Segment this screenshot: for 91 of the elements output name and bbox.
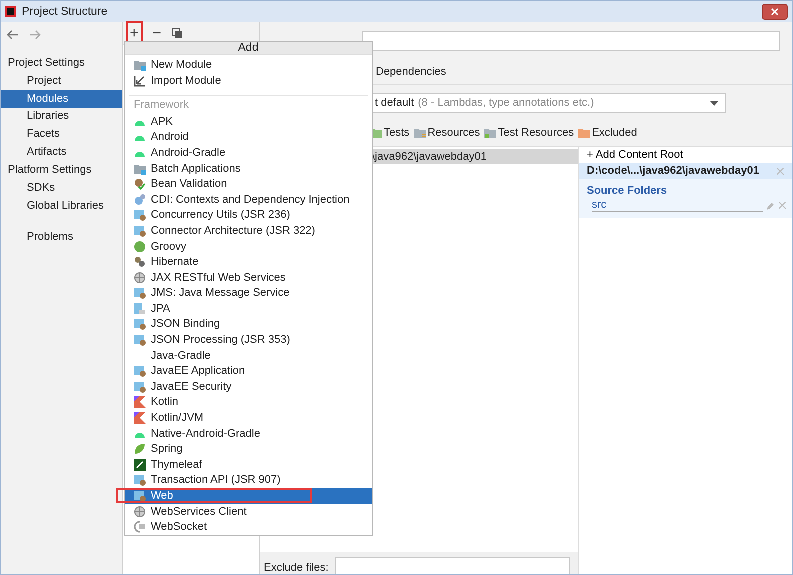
menu-item[interactable]: Import Module: [125, 73, 372, 89]
kotlin-icon: [134, 412, 146, 424]
menu-item[interactable]: JMS: Java Message Service: [125, 286, 372, 302]
exclude-files-label: Exclude files:: [264, 562, 329, 574]
menu-item[interactable]: Android: [125, 130, 372, 146]
source-folder: src: [592, 199, 763, 212]
sidebar-item[interactable]: Global Libraries: [1, 196, 122, 215]
kotlin-icon: [134, 396, 146, 408]
folder-icon: [484, 127, 496, 139]
module-icon: [134, 474, 146, 486]
copy-icon[interactable]: [172, 28, 183, 38]
menu-item[interactable]: Java-Gradle: [125, 348, 372, 364]
menu-item[interactable]: Hibernate: [125, 254, 372, 270]
window-title: Project Structure: [22, 6, 109, 18]
module-icon: [134, 209, 146, 222]
cdi-icon: [134, 194, 146, 206]
mark-as-link[interactable]: Resources: [428, 127, 480, 139]
menu-item[interactable]: WebSocket: [125, 519, 372, 535]
menu-item[interactable]: JSON Processing (JSR 353): [125, 332, 372, 348]
menu-item[interactable]: Spring: [125, 441, 372, 458]
mark-as-link[interactable]: Excluded: [592, 127, 638, 139]
remove-button[interactable]: −: [148, 21, 166, 45]
menu-item[interactable]: WebServices Client: [125, 504, 372, 520]
folder-icon: [134, 59, 146, 72]
source-folders-title: Source Folders: [586, 184, 668, 199]
exclude-files-field[interactable]: [334, 557, 570, 574]
menu-item[interactable]: Kotlin/JVM: [125, 410, 372, 426]
menu-title: Add: [238, 42, 259, 54]
folder-icon: [578, 127, 590, 139]
name-field[interactable]: [362, 31, 780, 51]
sidebar-item[interactable]: Facets: [1, 125, 122, 144]
sidebar-item[interactable]: Problems: [1, 228, 122, 246]
thymeleaf-icon: [134, 458, 146, 471]
sidebar-item[interactable]: Modules: [1, 90, 122, 108]
menu-item[interactable]: Connector Architecture (JSR 322): [125, 223, 372, 239]
menu-item[interactable]: Groovy: [125, 238, 372, 254]
root-path: D:\code\...\java962\javawebday01: [587, 165, 760, 177]
menu-item[interactable]: JSON Binding: [125, 316, 372, 332]
menu-item[interactable]: Batch Applications: [125, 160, 372, 176]
folder-icon: [134, 162, 146, 175]
bean-icon: [134, 178, 146, 190]
module-icon: [134, 380, 146, 393]
menu-item[interactable]: Native-Android-Gradle: [125, 426, 372, 442]
menu-item[interactable]: JavaEE Security: [125, 379, 372, 395]
close-icon: [771, 8, 779, 16]
dependencies-tab[interactable]: Dependencies: [376, 66, 446, 78]
module-icon: [134, 365, 146, 378]
module-icon: [134, 224, 146, 237]
module-icon: [134, 318, 146, 330]
mark-as-link[interactable]: Test Resources: [498, 127, 574, 139]
globe-icon: [134, 506, 146, 518]
mark-as-link[interactable]: Tests: [384, 127, 410, 139]
leaf-icon: [134, 443, 146, 456]
menu-item[interactable]: CDI: Contexts and Dependency Injection: [125, 192, 372, 208]
menu-item[interactable]: Kotlin: [125, 394, 372, 410]
group-label: Framework: [133, 98, 190, 113]
menu-item[interactable]: Bean Validation: [125, 176, 372, 192]
dropdown-arrow-icon: [710, 100, 719, 106]
menu-item[interactable]: New Module: [125, 58, 372, 74]
close-button[interactable]: [762, 4, 788, 20]
module-icon: [134, 334, 146, 346]
close-icon[interactable]: [779, 202, 786, 209]
menu-item[interactable]: APK: [125, 114, 372, 130]
menu-item[interactable]: JPA: [125, 301, 372, 317]
close-icon[interactable]: [777, 168, 784, 174]
menu-item[interactable]: Concurrency Utils (JSR 236): [125, 208, 372, 224]
folder-icon: [414, 127, 426, 139]
menu-item[interactable]: JAX RESTful Web Services: [125, 270, 372, 286]
back-arrow-icon[interactable]: [7, 30, 19, 40]
import-icon: [134, 74, 146, 87]
menu-item[interactable]: Android-Gradle: [125, 145, 372, 161]
globe-icon: [134, 272, 146, 284]
add-content-root-button[interactable]: + Add Content Root: [579, 147, 792, 163]
menu-item[interactable]: Thymeleaf: [125, 457, 372, 473]
section-title: Platform Settings: [7, 162, 93, 178]
sidebar-item[interactable]: Artifacts: [1, 143, 122, 161]
module-icon: [134, 287, 146, 300]
pencil-icon[interactable]: [767, 202, 775, 210]
module-icon: [134, 490, 146, 502]
menu-item[interactable]: JavaEE Application: [125, 363, 372, 380]
section-title: Project Settings: [7, 56, 86, 71]
sidebar-item[interactable]: SDKs: [1, 178, 122, 197]
socket-icon: [134, 521, 146, 534]
forward-arrow-icon[interactable]: [29, 30, 41, 40]
app-icon: [5, 6, 16, 17]
groovy-icon: [134, 240, 146, 253]
sidebar-item[interactable]: Project: [1, 72, 122, 90]
sidebar-item[interactable]: Libraries: [1, 108, 122, 126]
jpa-icon: [134, 302, 146, 315]
hibernate-icon: [134, 256, 146, 268]
menu-item[interactable]: Transaction API (JSR 907): [125, 472, 372, 488]
